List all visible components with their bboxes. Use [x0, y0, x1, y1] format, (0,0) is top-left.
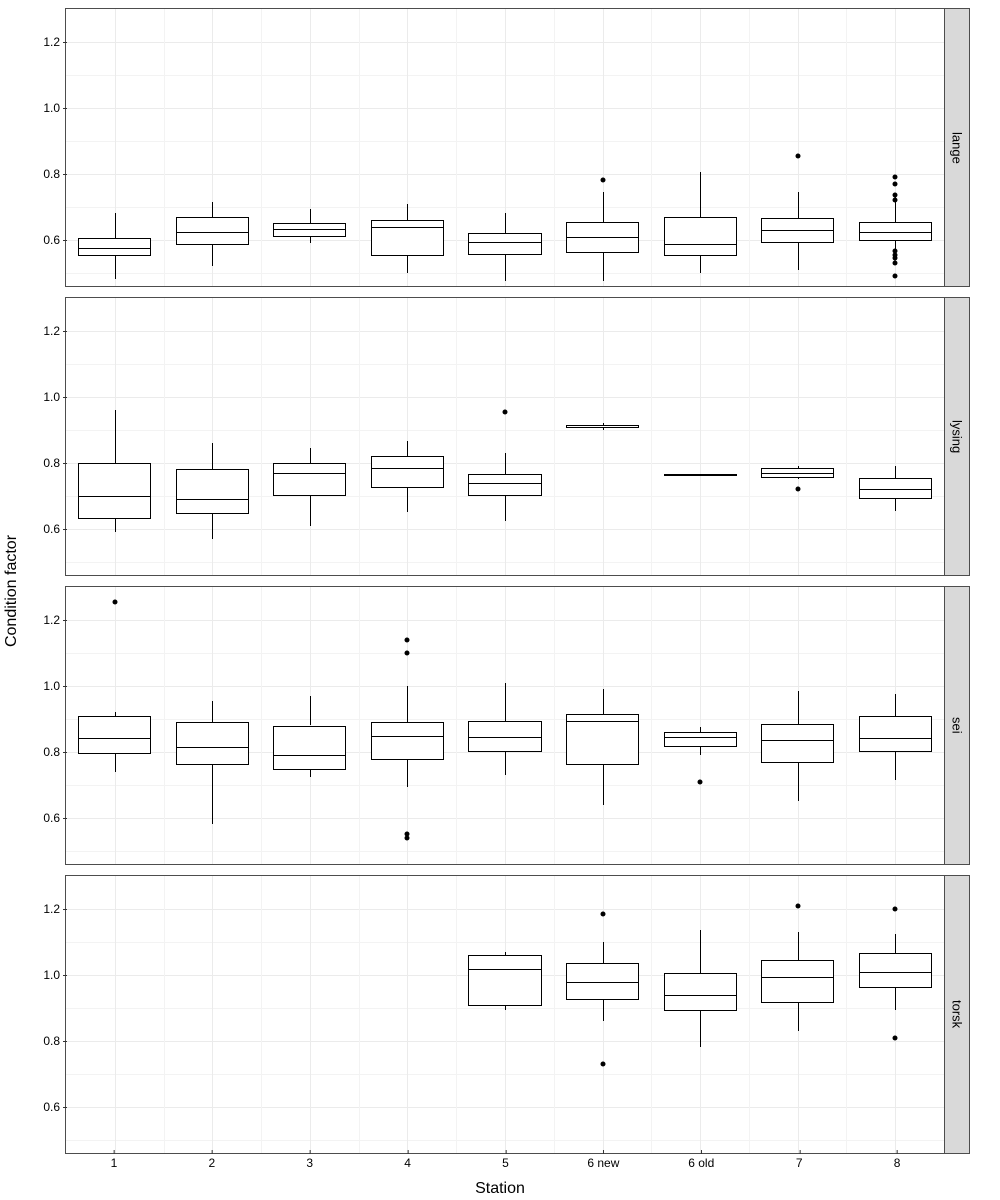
x-tick-row: 1 2 3 4 5 6 new 6 old 7 8: [65, 1154, 946, 1174]
y-tick: 0.6: [43, 811, 66, 825]
box: [78, 463, 151, 519]
x-tick: 3: [306, 1156, 313, 1170]
y-tick: 1.2: [43, 613, 66, 627]
facet-strip: sei: [945, 586, 970, 865]
facet-strip: torsk: [945, 875, 970, 1154]
panel-row: 0.60.81.01.2 lange: [65, 8, 970, 287]
outlier: [893, 193, 898, 198]
panel-lysing: 0.60.81.01.2: [65, 297, 945, 576]
box: [78, 238, 151, 256]
panel-container: 0.60.81.01.2lange0.60.81.01.2lysing0.60.…: [65, 8, 970, 1154]
outlier: [698, 779, 703, 784]
box: [78, 716, 151, 754]
box: [664, 217, 737, 257]
x-axis-label: Station: [0, 1180, 1000, 1198]
y-tick: 0.8: [43, 1034, 66, 1048]
box: [468, 474, 541, 495]
x-tick: 4: [404, 1156, 411, 1170]
outlier: [893, 274, 898, 279]
y-tick: 1.0: [43, 101, 66, 115]
y-tick: 0.8: [43, 456, 66, 470]
box: [371, 220, 444, 256]
x-tick: 2: [208, 1156, 215, 1170]
box: [664, 732, 737, 747]
outlier: [405, 832, 410, 837]
outlier: [600, 1061, 605, 1066]
outlier: [893, 1035, 898, 1040]
box: [761, 960, 834, 1003]
outlier: [795, 903, 800, 908]
facet-strip: lysing: [945, 297, 970, 576]
outlier: [795, 153, 800, 158]
panel-row: 0.60.81.01.2 sei: [65, 586, 970, 865]
y-tick: 1.2: [43, 902, 66, 916]
outlier: [893, 175, 898, 180]
box: [273, 223, 346, 236]
box: [468, 233, 541, 254]
box: [371, 722, 444, 760]
box: [468, 721, 541, 752]
outlier: [405, 637, 410, 642]
x-tick: 1: [111, 1156, 118, 1170]
facet-label: lysing: [950, 420, 965, 453]
box: [566, 963, 639, 999]
outlier: [893, 906, 898, 911]
outlier: [893, 249, 898, 254]
y-axis-label: Condition factor: [3, 479, 21, 591]
facet-label: torsk: [950, 1000, 965, 1028]
outlier: [600, 178, 605, 183]
outlier: [405, 650, 410, 655]
box: [566, 222, 639, 253]
panel-lange: 0.60.81.01.2: [65, 8, 945, 287]
box: [761, 724, 834, 764]
outlier: [795, 487, 800, 492]
box: [566, 425, 639, 428]
box: [273, 726, 346, 771]
box: [859, 953, 932, 988]
x-tick: 8: [894, 1156, 901, 1170]
outlier: [112, 599, 117, 604]
box: [664, 973, 737, 1011]
box: [176, 217, 249, 245]
y-tick: 0.8: [43, 745, 66, 759]
y-tick: 1.2: [43, 35, 66, 49]
panel-torsk: 0.60.81.01.2: [65, 875, 945, 1154]
x-tick: 6 old: [688, 1156, 714, 1170]
x-tick: 6 new: [587, 1156, 619, 1170]
outlier: [503, 409, 508, 414]
box: [566, 714, 639, 765]
box: [859, 478, 932, 499]
y-tick: 1.0: [43, 390, 66, 404]
outlier: [600, 911, 605, 916]
box: [761, 468, 834, 478]
facet-label: lange: [950, 132, 965, 164]
box: [859, 222, 932, 242]
panel-sei: 0.60.81.01.2: [65, 586, 945, 865]
outlier: [893, 198, 898, 203]
y-tick: 1.0: [43, 968, 66, 982]
box: [664, 474, 737, 476]
box: [176, 469, 249, 514]
facet-strip: lange: [945, 8, 970, 287]
y-tick: 1.0: [43, 679, 66, 693]
y-tick: 0.8: [43, 167, 66, 181]
facet-label: sei: [950, 717, 965, 734]
panel-row: 0.60.81.01.2 lysing: [65, 297, 970, 576]
outlier: [893, 260, 898, 265]
x-tick: 7: [796, 1156, 803, 1170]
box: [176, 722, 249, 765]
box: [761, 218, 834, 243]
outlier: [893, 181, 898, 186]
panel-row: 0.60.81.01.2 torsk: [65, 875, 970, 1154]
box: [371, 456, 444, 487]
box: [468, 955, 541, 1006]
faceted-boxplot: Condition factor 0.60.81.01.2lange0.60.8…: [0, 0, 1000, 1200]
box: [273, 463, 346, 496]
y-tick: 0.6: [43, 522, 66, 536]
y-tick: 0.6: [43, 1100, 66, 1114]
y-tick: 0.6: [43, 233, 66, 247]
x-tick: 5: [502, 1156, 509, 1170]
y-tick: 1.2: [43, 324, 66, 338]
box: [859, 716, 932, 752]
